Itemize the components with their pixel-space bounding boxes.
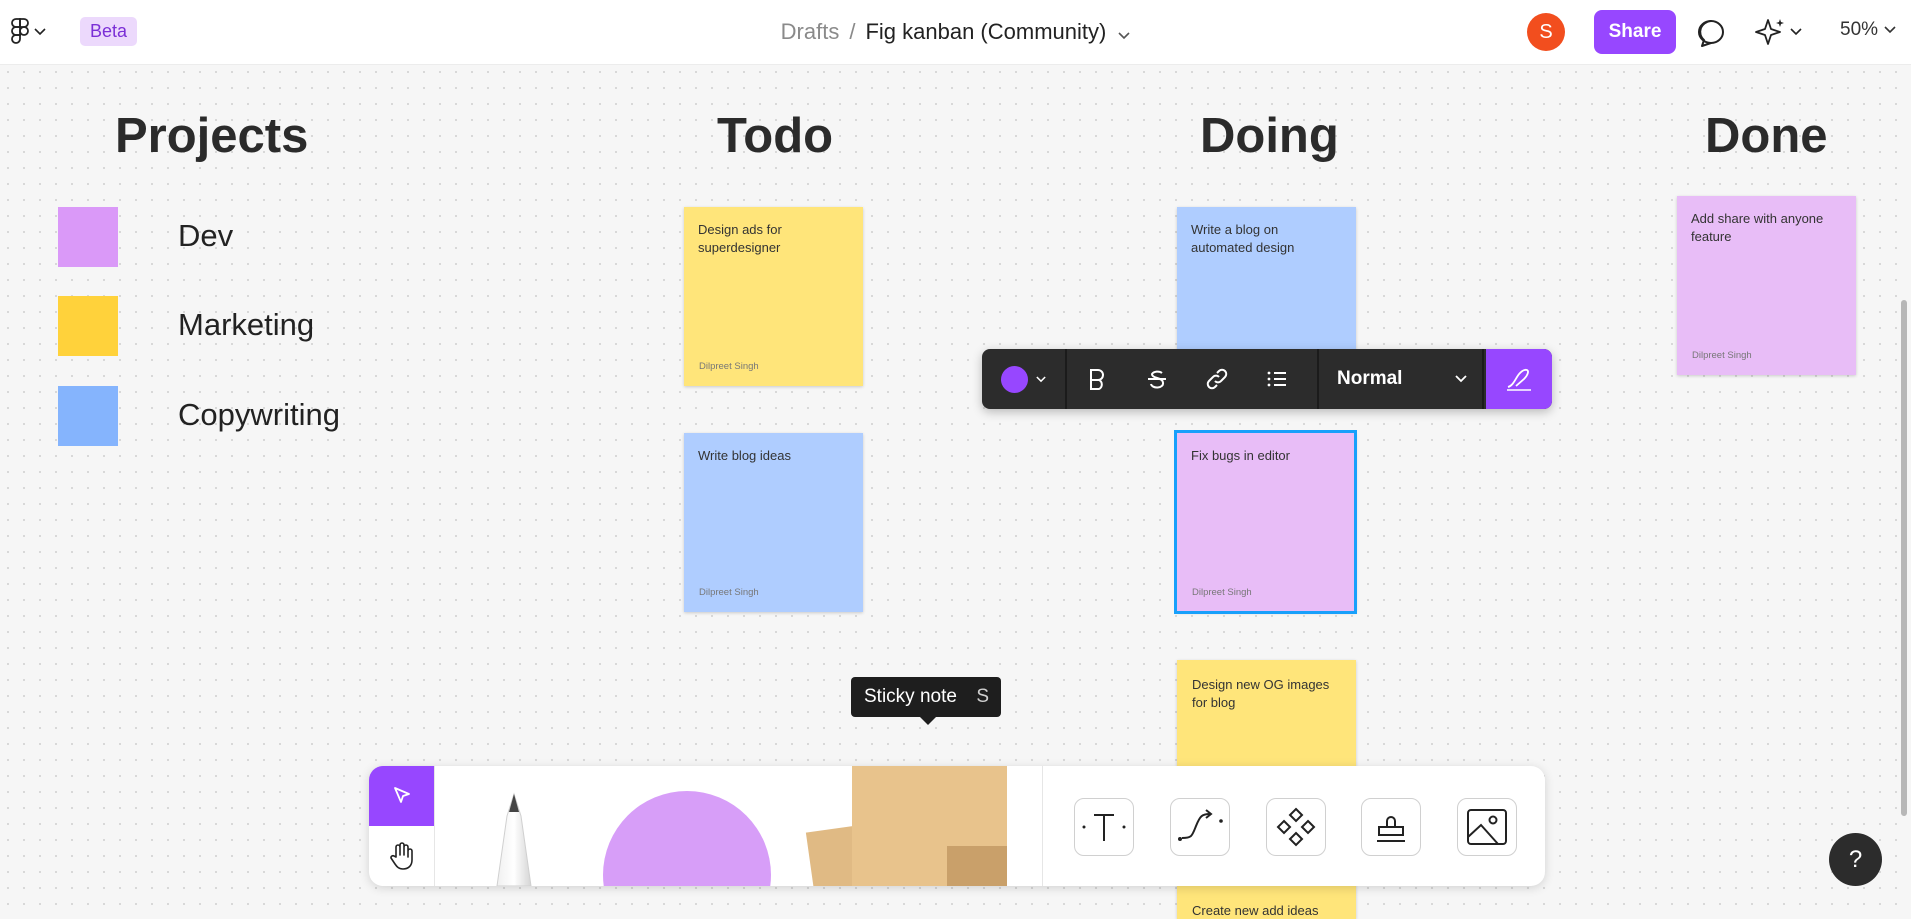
sticky-author: Dilpreet Singh <box>699 587 759 598</box>
beta-badge: Beta <box>80 17 138 46</box>
connector-icon[interactable] <box>1170 798 1230 856</box>
chevron-down-icon <box>34 28 46 36</box>
legend-label-marketing[interactable]: Marketing <box>178 307 314 343</box>
selection-outline <box>1174 430 1357 614</box>
image-icon[interactable] <box>1457 798 1517 856</box>
top-bar: Beta Drafts / Fig kanban (Community) S Sha… <box>0 0 1911 65</box>
color-picker-button[interactable] <box>982 349 1065 409</box>
chevron-down-icon <box>1884 26 1896 34</box>
legend-label-copywriting[interactable]: Copywriting <box>178 397 340 433</box>
sticky-note[interactable]: Add share with anyone feature Dilpreet S… <box>1677 196 1856 375</box>
figma-logo-icon <box>11 18 29 44</box>
text-style-label: Normal <box>1337 368 1403 389</box>
comment-icon[interactable] <box>1694 16 1728 50</box>
move-icon[interactable] <box>369 766 434 826</box>
projects-title[interactable]: Projects <box>115 108 308 164</box>
sticky-text: Design new OG images for blog <box>1192 677 1330 710</box>
breadcrumb-drafts[interactable]: Drafts <box>781 19 840 44</box>
main-menu-button[interactable] <box>10 18 56 46</box>
sticky-fold <box>947 846 1007 886</box>
doing-title[interactable]: Doing <box>1200 108 1339 164</box>
avatar[interactable]: S <box>1527 13 1565 51</box>
help-button[interactable]: ? <box>1829 833 1882 886</box>
sticky-text: Add share with anyone feature <box>1691 211 1824 244</box>
done-title[interactable]: Done <box>1705 108 1828 164</box>
shape-icon[interactable] <box>603 791 771 886</box>
ai-actions-button[interactable] <box>1754 14 1808 50</box>
sticky-note-tooltip: Sticky note S <box>851 677 1001 717</box>
stamp-icon[interactable] <box>1361 798 1421 856</box>
creation-toolbar <box>369 766 1545 886</box>
sticky-text: Write a blog on automated design <box>1191 222 1295 255</box>
file-name[interactable]: Fig kanban (Community) <box>865 19 1106 44</box>
tooltip-shortcut: S <box>976 686 989 707</box>
legend-label-dev[interactable]: Dev <box>178 218 233 254</box>
legend-swatch-copywriting[interactable] <box>58 386 118 446</box>
sticky-text: Create new add ideas <box>1192 903 1319 918</box>
hand-icon[interactable] <box>369 826 434 886</box>
tooltip-pointer <box>920 717 936 725</box>
bullet-list-icon[interactable] <box>1247 349 1307 409</box>
breadcrumb-separator: / <box>849 19 856 44</box>
component-icon[interactable] <box>1266 798 1326 856</box>
zoom-menu[interactable]: 50% <box>1840 19 1896 41</box>
toolbar-divider <box>1482 349 1484 409</box>
sticky-text: Design ads for superdesigner <box>698 222 782 255</box>
sticky-author: Dilpreet Singh <box>1692 350 1752 361</box>
color-swatch <box>1001 365 1028 393</box>
marker-icon[interactable] <box>479 786 549 886</box>
link-icon[interactable] <box>1187 349 1247 409</box>
sticky-note[interactable]: Write blog ideas Dilpreet Singh <box>684 433 863 612</box>
chevron-down-icon <box>1036 375 1046 382</box>
share-button[interactable]: Share <box>1594 10 1676 54</box>
chevron-down-icon <box>1455 375 1467 383</box>
vertical-scrollbar[interactable] <box>1901 300 1907 816</box>
sticky-author: Dilpreet Singh <box>699 361 759 372</box>
strikethrough-icon[interactable] <box>1127 349 1187 409</box>
bold-icon[interactable] <box>1067 349 1127 409</box>
text-style-dropdown[interactable]: Normal <box>1319 349 1475 409</box>
sparkle-icon <box>1755 19 1784 45</box>
toolbar-divider <box>434 766 435 886</box>
file-menu-chevron-icon[interactable] <box>1118 20 1130 46</box>
text-icon[interactable] <box>1074 798 1134 856</box>
pen-icon[interactable] <box>1486 349 1552 409</box>
sticky-text: Write blog ideas <box>698 448 791 463</box>
legend-swatch-dev[interactable] <box>58 207 118 267</box>
toolbar-divider <box>1042 766 1043 886</box>
text-format-toolbar: Normal <box>982 349 1552 409</box>
sticky-note[interactable]: Design ads for superdesigner Dilpreet Si… <box>684 207 863 386</box>
tooltip-label: Sticky note <box>864 686 957 707</box>
chevron-down-icon <box>1790 28 1802 36</box>
zoom-level: 50% <box>1840 19 1879 40</box>
legend-swatch-marketing[interactable] <box>58 296 118 356</box>
todo-title[interactable]: Todo <box>717 108 833 164</box>
